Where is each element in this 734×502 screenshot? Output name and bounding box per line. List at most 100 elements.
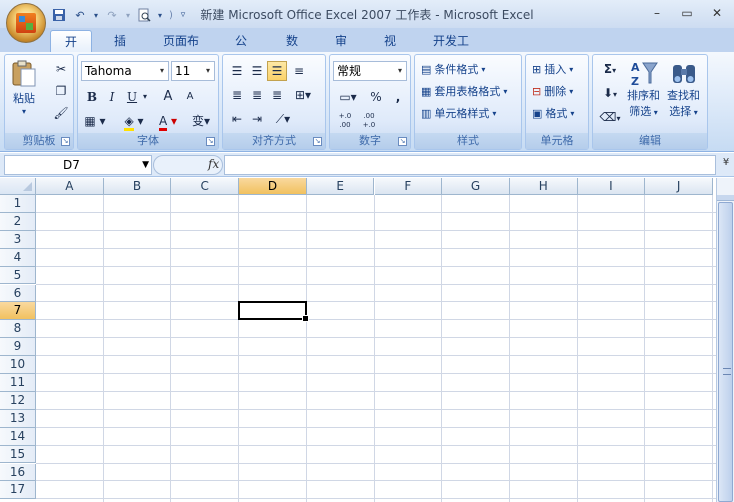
- fill-color-icon[interactable]: ◈ ▾: [118, 111, 150, 131]
- align-middle-icon[interactable]: ☰: [247, 61, 267, 81]
- chevron-down-icon[interactable]: ▼: [142, 156, 149, 174]
- increase-decimal-button[interactable]: +.0 .00: [334, 111, 356, 131]
- cell-styles-button[interactable]: ▥ 单元格样式 ▾: [421, 105, 496, 121]
- shrink-font-button[interactable]: A: [180, 87, 200, 107]
- column-header-e[interactable]: E: [306, 178, 375, 195]
- delete-cells-button[interactable]: ⊟ 删除 ▾: [532, 83, 573, 99]
- office-button[interactable]: [6, 3, 46, 43]
- underline-button[interactable]: U: [122, 87, 142, 107]
- find-select-button[interactable]: 查找和 选择 ▾: [667, 59, 700, 119]
- format-cells-button[interactable]: ▣ 格式 ▾: [532, 105, 574, 121]
- cut-icon[interactable]: ✂: [51, 59, 71, 79]
- name-box[interactable]: D7 ▼: [4, 155, 152, 175]
- row-header-3[interactable]: 3: [0, 230, 36, 249]
- paste-button[interactable]: 粘贴 ▾: [11, 59, 37, 116]
- split-handle[interactable]: [717, 195, 734, 201]
- row-header-12[interactable]: 12: [0, 391, 36, 410]
- format-painter-icon[interactable]: 🖌: [51, 103, 71, 123]
- column-header-i[interactable]: I: [577, 178, 646, 195]
- worksheet-grid[interactable]: ABCDEFGHIJ 1 2 3 4 5 6 7 8 9 10 11 12 13 14 15 16 17: [0, 178, 716, 502]
- column-header-b[interactable]: B: [103, 178, 172, 195]
- bold-button[interactable]: B: [82, 87, 102, 107]
- paste-dropdown-icon[interactable]: ▾: [22, 107, 26, 116]
- tab-page-layout[interactable]: 页面布局: [150, 30, 212, 70]
- row-header-7[interactable]: 7: [0, 302, 36, 321]
- grow-font-button[interactable]: A: [158, 87, 178, 107]
- column-header-f[interactable]: F: [374, 178, 443, 195]
- italic-button[interactable]: I: [102, 87, 122, 107]
- insert-cells-button[interactable]: ⊞ 插入 ▾: [532, 61, 573, 77]
- tab-insert[interactable]: 插入: [99, 30, 141, 70]
- copy-icon[interactable]: ❐: [51, 81, 71, 101]
- row-header-11[interactable]: 11: [0, 374, 36, 392]
- row-header-15[interactable]: 15: [0, 445, 36, 464]
- column-header-h[interactable]: H: [509, 178, 578, 195]
- sort-filter-button[interactable]: AZ 排序和 筛选 ▾: [627, 59, 660, 119]
- conditional-format-button[interactable]: ▤ 条件格式 ▾: [421, 61, 485, 77]
- font-color-button[interactable]: A ▾: [152, 111, 184, 131]
- column-header-c[interactable]: C: [171, 178, 240, 195]
- active-cell[interactable]: [238, 301, 309, 323]
- align-top-icon[interactable]: ☰: [227, 61, 247, 81]
- expand-formula-bar-icon[interactable]: ¥: [720, 157, 732, 173]
- close-button[interactable]: ✕: [704, 4, 730, 22]
- row-header-10[interactable]: 10: [0, 356, 36, 374]
- clipboard-launcher-icon[interactable]: ↘: [61, 137, 70, 146]
- scroll-thumb[interactable]: [718, 202, 733, 502]
- merge-center-icon[interactable]: ⊞▾: [289, 85, 317, 105]
- column-header-g[interactable]: G: [442, 178, 510, 195]
- row-header-6[interactable]: 6: [0, 284, 36, 303]
- align-left-icon[interactable]: ≣: [227, 85, 247, 105]
- row-header-9[interactable]: 9: [0, 338, 36, 357]
- number-format-combo[interactable]: 常规 ▾: [333, 61, 407, 81]
- row-header-5[interactable]: 5: [0, 266, 36, 285]
- currency-icon[interactable]: ▭▾: [334, 87, 362, 107]
- row-header-13[interactable]: 13: [0, 409, 36, 428]
- chevron-down-icon[interactable]: ▾: [394, 62, 406, 80]
- align-center-icon[interactable]: ≣: [247, 85, 267, 105]
- vertical-scrollbar[interactable]: [716, 178, 734, 502]
- tab-formulas[interactable]: 公式: [220, 30, 262, 70]
- autosum-button[interactable]: Σ▾: [597, 59, 623, 79]
- font-size-combo[interactable]: 11 ▾: [171, 61, 215, 81]
- tab-view[interactable]: 视图: [369, 30, 411, 70]
- format-as-table-button[interactable]: ▦ 套用表格格式 ▾: [421, 83, 507, 99]
- fill-icon[interactable]: ⬇▾: [597, 83, 623, 103]
- alignment-launcher-icon[interactable]: ↘: [313, 137, 322, 146]
- number-launcher-icon[interactable]: ↘: [398, 137, 407, 146]
- column-header-a[interactable]: A: [36, 178, 104, 195]
- clear-icon[interactable]: ⌫▾: [597, 107, 623, 127]
- row-header-16[interactable]: 16: [0, 463, 36, 482]
- align-right-icon[interactable]: ≣: [267, 85, 287, 105]
- orientation-icon[interactable]: ⟋▾: [269, 109, 297, 129]
- align-bottom-icon[interactable]: ☰: [267, 61, 287, 81]
- row-header-14[interactable]: 14: [0, 427, 36, 446]
- chevron-down-icon[interactable]: ▾: [202, 62, 214, 80]
- font-name-combo[interactable]: Tahoma ▾: [81, 61, 169, 81]
- chevron-down-icon[interactable]: ▾: [156, 62, 168, 80]
- row-header-17[interactable]: 17: [0, 481, 36, 500]
- tab-developer[interactable]: 开发工具: [420, 30, 482, 70]
- underline-dropdown-icon[interactable]: ▾: [140, 87, 150, 107]
- tab-data[interactable]: 数据: [271, 30, 313, 70]
- row-header-4[interactable]: 4: [0, 248, 36, 267]
- wrap-text-icon[interactable]: ≡: [289, 61, 309, 81]
- insert-function-icon[interactable]: fx: [208, 157, 219, 171]
- tab-home[interactable]: 开始: [50, 30, 92, 71]
- formula-input[interactable]: [224, 155, 716, 175]
- select-all-button[interactable]: [0, 178, 36, 195]
- font-launcher-icon[interactable]: ↘: [206, 137, 215, 146]
- minimize-button[interactable]: –: [644, 4, 670, 22]
- decrease-indent-icon[interactable]: ⇤: [227, 109, 247, 129]
- borders-icon[interactable]: ▦ ▾: [82, 111, 108, 131]
- column-header-d[interactable]: D: [239, 178, 307, 195]
- maximize-button[interactable]: ▭: [674, 4, 700, 22]
- row-header-1[interactable]: 1: [0, 195, 36, 213]
- increase-indent-icon[interactable]: ⇥: [247, 109, 267, 129]
- row-header-8[interactable]: 8: [0, 320, 36, 339]
- percent-button[interactable]: %: [366, 87, 386, 107]
- wen-button[interactable]: 变▾: [186, 111, 216, 131]
- row-header-2[interactable]: 2: [0, 212, 36, 231]
- tab-review[interactable]: 审阅: [320, 30, 362, 70]
- column-header-j[interactable]: J: [645, 178, 713, 195]
